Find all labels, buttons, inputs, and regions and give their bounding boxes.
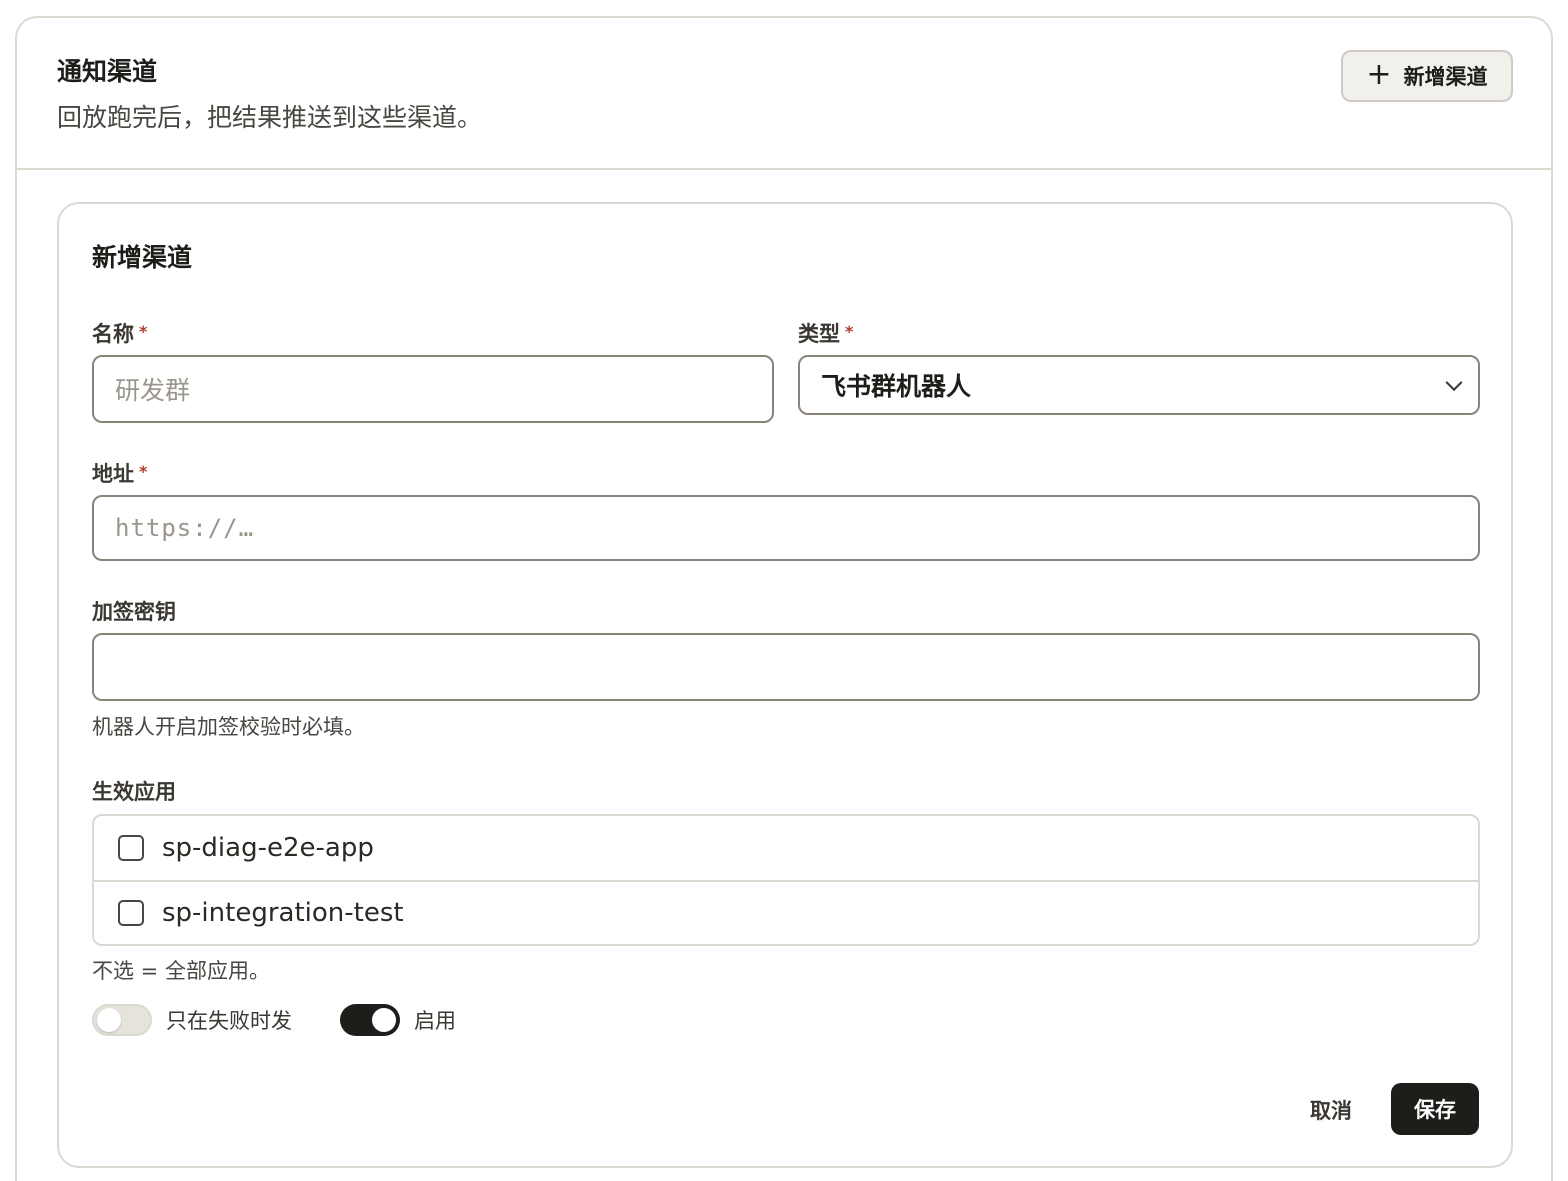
apps-label: 生效应用 <box>92 780 176 804</box>
notification-channels-card: 通知渠道 回放跑完后，把结果推送到这些渠道。 + 新增渠道 新增渠道 名称 * 研… <box>15 16 1553 1181</box>
name-label-text: 名称 <box>92 322 134 346</box>
app-item[interactable]: sp-integration-test <box>94 880 1478 944</box>
failure-only-label: 只在失败时发 <box>166 1009 292 1033</box>
app-item[interactable]: sp-diag-e2e-app <box>94 816 1478 880</box>
name-label: 名称 * <box>92 318 147 348</box>
secret-label: 加签密钥 <box>92 600 176 624</box>
address-input[interactable]: https://… <box>92 495 1480 561</box>
type-select[interactable]: 飞书群机器人 <box>798 355 1480 415</box>
card-header: 通知渠道 回放跑完后，把结果推送到这些渠道。 + 新增渠道 <box>17 18 1551 170</box>
type-label-text: 类型 <box>798 322 840 346</box>
apps-list: sp-diag-e2e-app sp-integration-test <box>92 814 1480 946</box>
address-label-text: 地址 <box>92 462 134 486</box>
page-title: 通知渠道 <box>57 57 158 86</box>
address-label: 地址 * <box>92 458 147 488</box>
apps-hint: 不选 = 全部应用。 <box>92 959 270 983</box>
toggle-knob <box>372 1008 396 1032</box>
failure-only-toggle[interactable] <box>92 1004 152 1036</box>
toggle-knob <box>97 1008 121 1032</box>
type-selected-value: 飞书群机器人 <box>821 372 972 401</box>
secret-hint: 机器人开启加签校验时必填。 <box>92 715 365 739</box>
app-checkbox[interactable] <box>118 835 144 861</box>
chevron-down-icon <box>1445 374 1463 392</box>
address-placeholder: https://… <box>115 514 255 542</box>
app-checkbox[interactable] <box>118 900 144 926</box>
required-mark: * <box>845 322 854 341</box>
new-channel-form: 新增渠道 名称 * 研发群 类型 * 飞书群机器人 地址 * https://… 加签… <box>57 202 1513 1168</box>
page-description: 回放跑完后，把结果推送到这些渠道。 <box>57 103 483 132</box>
cancel-button[interactable]: 取消 <box>1291 1084 1371 1136</box>
form-title: 新增渠道 <box>92 243 193 272</box>
name-placeholder: 研发群 <box>115 376 191 405</box>
add-channel-button[interactable]: + 新增渠道 <box>1341 50 1513 102</box>
enabled-label: 启用 <box>414 1009 456 1033</box>
name-input[interactable]: 研发群 <box>92 355 774 423</box>
plus-icon: + <box>1366 56 1392 92</box>
app-name: sp-diag-e2e-app <box>162 833 374 863</box>
toggle-row: 只在失败时发 启用 <box>92 1004 456 1036</box>
required-mark: * <box>139 462 148 481</box>
add-channel-button-label: 新增渠道 <box>1403 65 1488 89</box>
app-name: sp-integration-test <box>162 898 404 928</box>
save-button[interactable]: 保存 <box>1391 1083 1479 1135</box>
enabled-toggle[interactable] <box>340 1004 400 1036</box>
secret-input[interactable] <box>92 633 1480 701</box>
type-label: 类型 * <box>798 318 853 348</box>
required-mark: * <box>139 322 148 341</box>
